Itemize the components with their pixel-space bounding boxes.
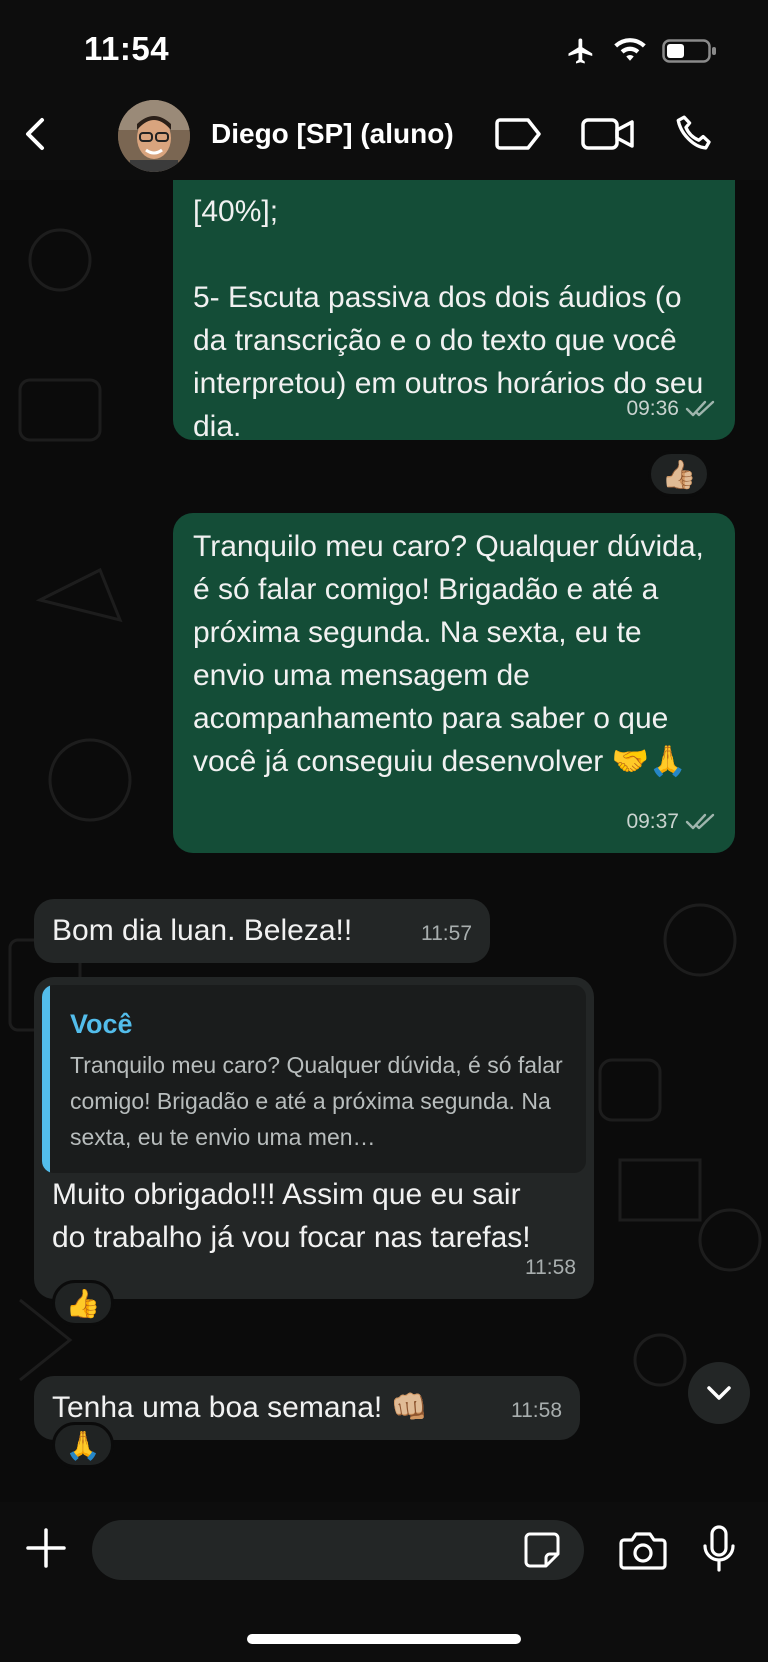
message-time: 09:36 (626, 397, 679, 420)
message-bubble-incoming[interactable]: Tenha uma boa semana! 👊🏼 11:58 (34, 1376, 580, 1440)
reaction-badge[interactable]: 👍 (52, 1280, 114, 1326)
video-call-button[interactable] (580, 112, 636, 156)
message-bubble-outgoing[interactable]: [40%]; 5- Escuta passiva dos dois áudios… (173, 180, 735, 443)
quote-author: Você (70, 1009, 133, 1039)
message-text: Bom dia luan. Beleza!! (52, 914, 353, 947)
status-icons (564, 34, 718, 68)
label-button[interactable] (494, 112, 544, 156)
message-meta: 11:57 (421, 912, 472, 955)
message-time: 11:57 (421, 922, 472, 945)
avatar[interactable] (118, 100, 190, 172)
camera-button[interactable] (618, 1528, 668, 1572)
wifi-icon (614, 38, 646, 61)
quoted-message[interactable]: Você Tranquilo meu caro? Qualquer dúvida… (42, 985, 586, 1173)
status-bar: 11:54 (0, 0, 768, 100)
quote-text: Tranquilo meu caro? Qualquer dúvida, é s… (70, 1052, 563, 1150)
battery-icon (662, 39, 716, 63)
message-text: Muito obrigado!!! Assim que eu sair do t… (52, 1178, 531, 1254)
message-time: 11:58 (525, 1256, 576, 1279)
home-indicator[interactable] (247, 1634, 521, 1644)
reaction-badge[interactable]: 🙏 (52, 1422, 114, 1468)
quote-accent-bar (42, 985, 50, 1173)
message-composer (0, 1502, 768, 1662)
chevron-down-icon (707, 1386, 731, 1400)
message-meta: 09:37 (626, 800, 717, 843)
message-text: Tranquilo meu caro? Qualquer dúvida, é s… (193, 530, 713, 778)
message-bubble-incoming[interactable]: Bom dia luan. Beleza!! 11:57 (34, 899, 490, 963)
avatar-photo (118, 100, 190, 172)
message-text: Tenha uma boa semana! 👊🏼 (52, 1391, 428, 1424)
message-time: 11:58 (511, 1399, 562, 1422)
scroll-to-bottom-button[interactable] (688, 1362, 750, 1424)
double-check-icon (685, 813, 715, 829)
message-input[interactable] (92, 1520, 584, 1580)
sticker-button[interactable] (522, 1530, 562, 1570)
message-bubble-incoming-reply[interactable]: Você Tranquilo meu caro? Qualquer dúvida… (34, 977, 594, 1299)
message-time: 09:37 (626, 810, 679, 833)
attach-plus-button[interactable] (24, 1526, 68, 1570)
back-button[interactable] (14, 112, 58, 156)
airplane-icon (568, 38, 593, 64)
message-meta: 11:58 (525, 1246, 576, 1289)
contact-name[interactable]: Diego [SP] (aluno) (211, 118, 454, 150)
microphone-button[interactable] (700, 1524, 738, 1574)
status-time: 11:54 (84, 30, 170, 67)
reaction-badge[interactable]: 👍🏼 (648, 451, 710, 497)
message-bubble-outgoing[interactable]: Tranquilo meu caro? Qualquer dúvida, é s… (173, 513, 735, 853)
message-meta: 09:36 (626, 387, 717, 430)
double-check-icon (685, 400, 715, 416)
message-meta: 11:58 (511, 1389, 562, 1432)
chat-header: Diego [SP] (aluno) (0, 90, 768, 180)
voice-call-button[interactable] (672, 112, 716, 156)
chat-area[interactable]: [40%]; 5- Escuta passiva dos dois áudios… (0, 180, 768, 1502)
